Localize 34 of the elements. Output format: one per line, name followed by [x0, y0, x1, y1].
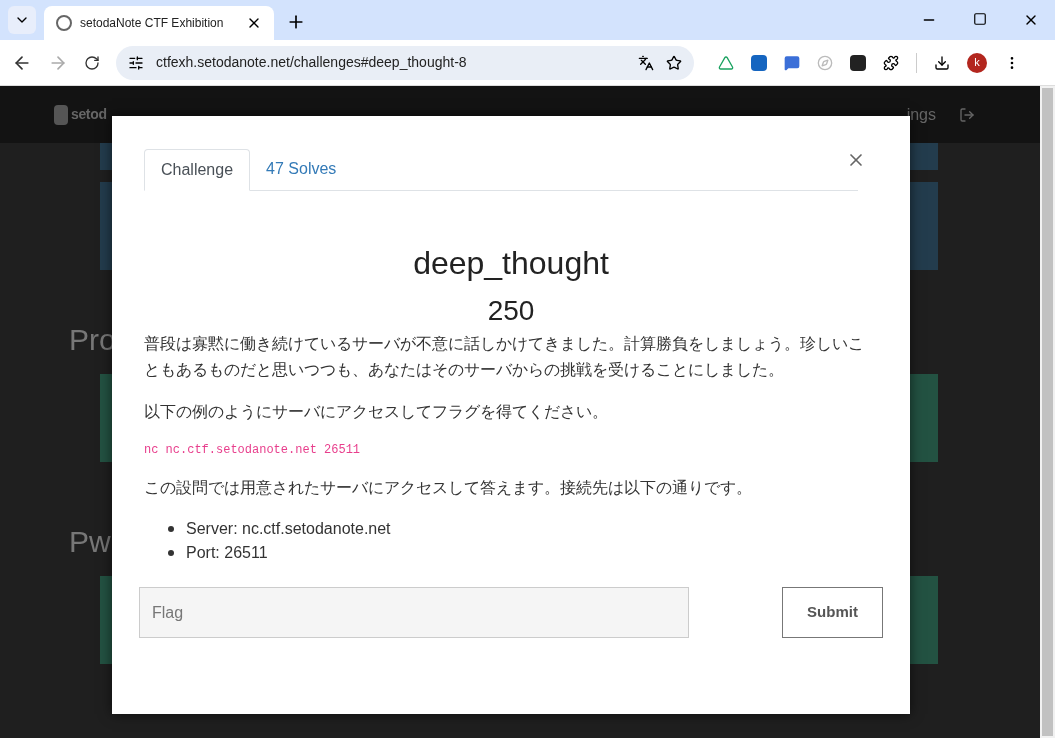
bullet-icon: [168, 526, 174, 532]
site-info-icon[interactable]: [128, 54, 144, 71]
download-icon[interactable]: [934, 54, 950, 71]
logout-icon[interactable]: [959, 106, 975, 123]
section-heading: Pw: [69, 524, 111, 560]
reload-icon[interactable]: [84, 54, 100, 71]
list-item: Port: 26511: [186, 543, 268, 563]
site-icon: [56, 15, 72, 31]
address-bar[interactable]: ctfexh.setodanote.net/challenges#deep_thought-8: [116, 45, 694, 80]
modal-tab[interactable]: 47 Solves: [250, 148, 353, 190]
challenge-title: deep_thought: [412, 244, 610, 283]
url-text: ctfexh.setodanote.net/challenges#deep_thought-8: [156, 53, 468, 72]
challenge-points: 250: [486, 295, 536, 327]
flag-input[interactable]: Flag: [139, 587, 689, 638]
maximize-icon[interactable]: [973, 12, 987, 26]
translate-icon[interactable]: [638, 54, 654, 71]
tab-title: setodaNote CTF Exhibition: [80, 15, 225, 32]
tab-search-button[interactable]: [8, 6, 36, 34]
description-paragraph: 普段は寡黙に働き続けているサーバが不意に話しかけてきました。計算勝負をしましょう。珍しいこともあるものだと思いつつも、あなたはそのサーバからの挑戦を受けることにしました。: [144, 334, 864, 380]
brand-name: setod: [71, 105, 107, 124]
extensions-icon[interactable]: [883, 54, 899, 71]
bullet-icon: [168, 550, 174, 556]
triangle-icon[interactable]: [718, 54, 734, 71]
bookmark-star-icon[interactable]: [666, 54, 682, 71]
modal-tab[interactable]: Challenge: [144, 149, 251, 191]
submit-button[interactable]: Submit: [782, 587, 883, 638]
brand-logo: [54, 104, 68, 125]
list-item: Server: nc.ctf.setodanote.net: [186, 519, 391, 539]
browser-tab[interactable]: setodaNote CTF Exhibition: [44, 6, 274, 40]
chat-icon[interactable]: [784, 54, 800, 71]
description-paragraph: この設問では用意されたサーバにアクセスして答えます。接続先は以下の通りです。: [144, 478, 753, 498]
profile-avatar[interactable]: k: [967, 52, 987, 73]
description-paragraph: 以下の例のようにサーバにアクセスしてフラグを得てください。: [144, 402, 609, 422]
command-code: nc nc.ctf.setodanote.net 26511: [144, 442, 362, 459]
